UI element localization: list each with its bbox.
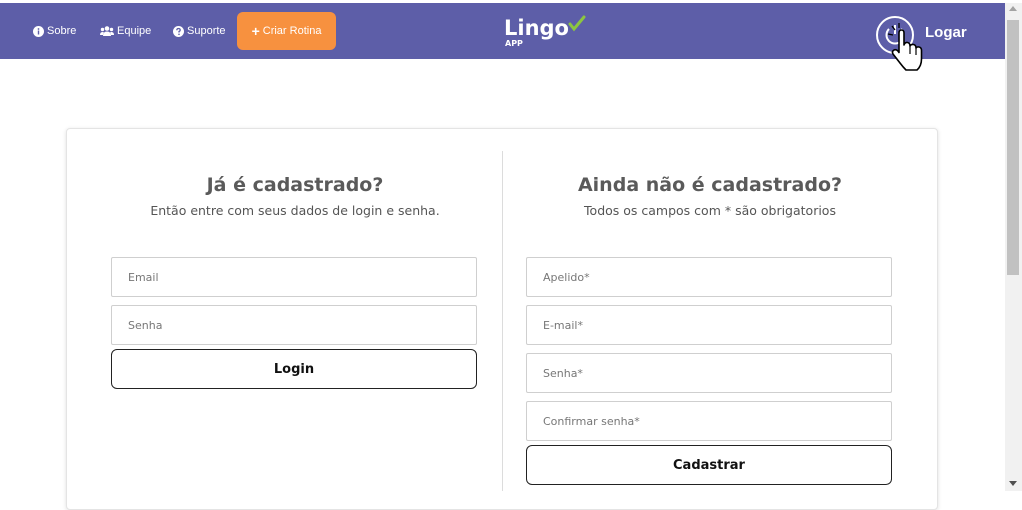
nav-suporte-link[interactable]: Suporte <box>173 22 226 40</box>
login-button[interactable]: Login <box>111 349 477 389</box>
signup-confirm-password-input[interactable] <box>526 401 892 441</box>
signup-password-input[interactable] <box>526 353 892 393</box>
login-password-input[interactable] <box>111 305 477 345</box>
login-email-input[interactable] <box>111 257 477 297</box>
question-circle-icon <box>173 25 184 37</box>
criar-rotina-label: Criar Rotina <box>262 25 322 37</box>
nav-suporte-label: Suporte <box>187 25 226 37</box>
logar-button[interactable]: Logar <box>876 13 986 75</box>
login-title: Já é cadastrado? <box>206 174 384 196</box>
login-subtitle: Então entre com seus dados de login e se… <box>150 203 440 218</box>
nav-equipe-link[interactable]: Equipe <box>100 22 151 40</box>
pointer-hand-cursor-icon <box>887 23 923 71</box>
lingo-app-logo[interactable]: Lingo APP <box>500 11 590 51</box>
criar-rotina-button[interactable]: + Criar Rotina <box>237 12 336 50</box>
plus-icon: + <box>251 23 260 39</box>
cadastrar-button[interactable]: Cadastrar <box>526 445 892 485</box>
signup-email-input[interactable] <box>526 305 892 345</box>
signup-title: Ainda não é cadastrado? <box>577 174 843 196</box>
logo-sub: APP <box>505 39 523 48</box>
signup-subtitle: Todos os campos com * são obrigatorios <box>584 203 836 218</box>
navbar: Sobre Equipe Suporte + Criar Rotina Ling… <box>0 3 1005 71</box>
column-divider <box>502 151 503 491</box>
scrollbar-thumb[interactable] <box>1007 20 1019 275</box>
vertical-scrollbar[interactable] <box>1005 3 1022 491</box>
auth-card: Já é cadastrado? Então entre com seus da… <box>66 128 938 510</box>
logo-wordmark: Lingo <box>504 16 569 40</box>
nav-sobre-link[interactable]: Sobre <box>33 22 76 40</box>
info-circle-icon <box>33 25 44 37</box>
scroll-down-arrow-icon[interactable] <box>1009 481 1017 486</box>
nav-sobre-label: Sobre <box>47 25 77 37</box>
users-icon <box>100 26 114 37</box>
nav-equipe-label: Equipe <box>117 25 152 37</box>
signup-nickname-input[interactable] <box>526 257 892 297</box>
scroll-up-arrow-icon[interactable] <box>1009 6 1017 11</box>
